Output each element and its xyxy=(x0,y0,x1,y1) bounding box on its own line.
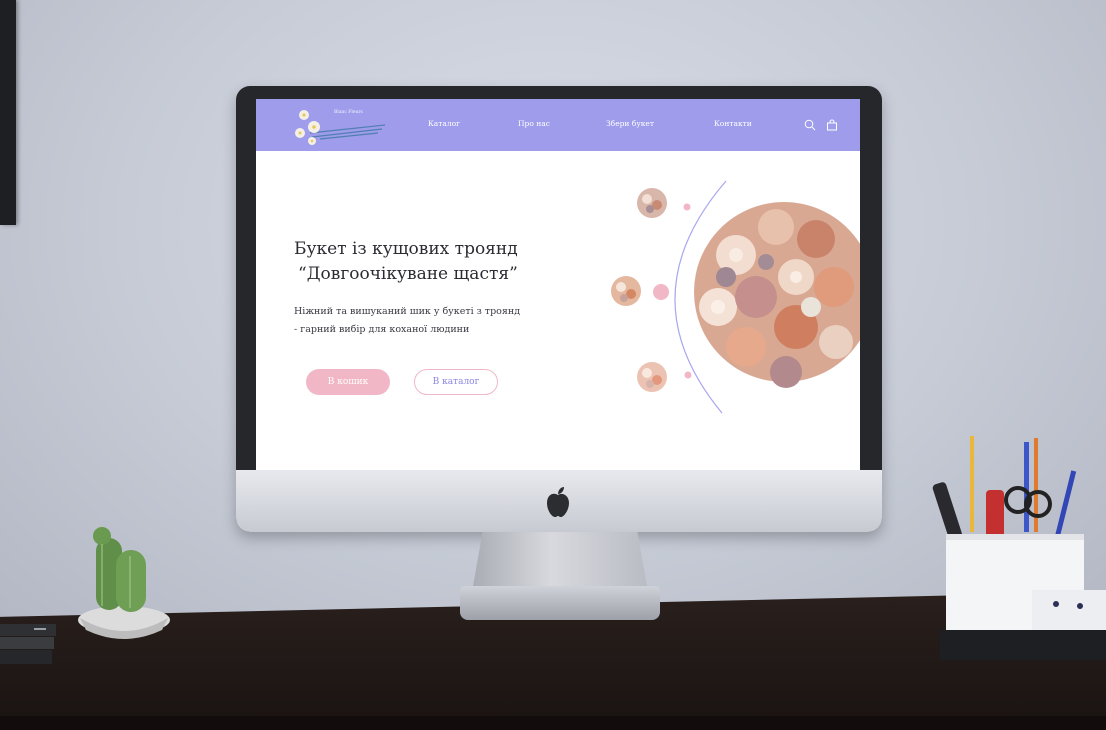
shopping-bag-icon[interactable] xyxy=(826,119,838,131)
pen-holder xyxy=(932,436,1106,660)
wall-picture-frame xyxy=(0,0,16,225)
bouquet-carousel xyxy=(611,180,860,414)
books-stack xyxy=(0,624,56,664)
to-catalog-button[interactable]: В каталог xyxy=(414,369,498,395)
hero-title-line1: Букет із кущових троянд xyxy=(294,239,518,259)
hero-title: Букет із кущових троянд “Довгоочікуване … xyxy=(294,237,554,287)
main-bouquet-image xyxy=(694,202,860,388)
nav-build-bouquet[interactable]: Збери букет xyxy=(606,119,654,128)
desk-edge xyxy=(0,716,1106,730)
carousel-dot xyxy=(683,203,691,211)
nav-about[interactable]: Про нас xyxy=(518,119,550,128)
carousel-thumbnail[interactable] xyxy=(637,188,667,218)
brand-name: Blanc Fleurs xyxy=(334,110,363,115)
monitor-stand-neck xyxy=(472,532,648,592)
website-screen: Blanc Fleurs Каталог Про нас Збери букет… xyxy=(256,99,860,470)
carousel-dot xyxy=(684,371,692,379)
hero-title-line2: “Довгоочікуване щастя” xyxy=(298,264,518,284)
hero-description: Ніжний та вишуканий шик у букеті з троян… xyxy=(294,306,521,335)
apple-logo-icon xyxy=(547,487,569,517)
nav-contacts[interactable]: Контакти xyxy=(714,119,752,128)
carousel-thumbnail[interactable] xyxy=(611,276,641,306)
add-to-cart-button[interactable]: В кошик xyxy=(306,369,390,395)
nav-catalog[interactable]: Каталог xyxy=(428,119,460,128)
carousel-dot-active xyxy=(653,284,669,300)
cactus-plant xyxy=(78,527,170,639)
site-header: Blanc Fleurs Каталог Про нас Збери букет… xyxy=(256,99,860,151)
monitor-stand-base xyxy=(460,586,660,620)
search-icon[interactable] xyxy=(804,119,816,131)
carousel-thumbnail[interactable] xyxy=(637,362,667,392)
